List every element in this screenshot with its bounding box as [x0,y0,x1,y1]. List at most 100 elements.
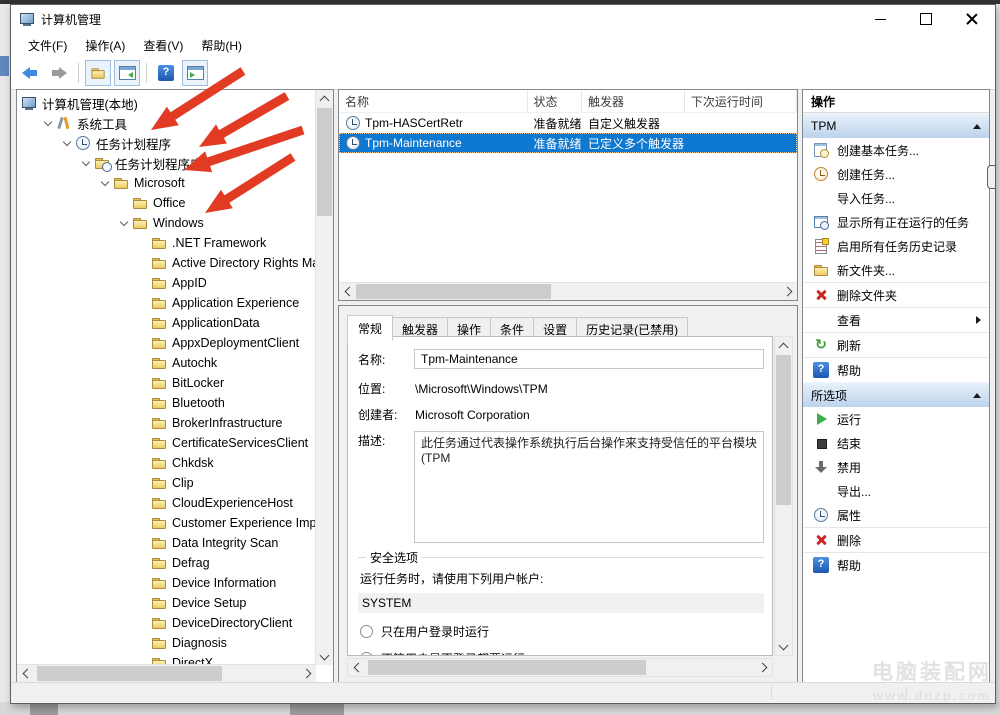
tree-item-bitlocker[interactable]: BitLocker [17,373,316,393]
tree-vertical-scrollbar[interactable] [315,90,333,665]
close-button[interactable] [949,5,995,33]
tree-item-.net-framework[interactable]: .NET Framework [17,233,316,253]
tree-item-appid[interactable]: AppID [17,273,316,293]
menu-item-0[interactable]: 文件(F) [19,34,76,57]
tree-item-chkdsk[interactable]: Chkdsk [17,453,316,473]
tree-item-microsoft[interactable]: Microsoft [17,173,316,193]
scroll-right-button[interactable] [755,659,772,676]
scroll-right-button[interactable] [299,665,316,682]
tree-item-certificateservicesclient[interactable]: CertificateServicesClient [17,433,316,453]
action-item--[interactable]: 刷新 [803,332,989,357]
action-item--[interactable]: 运行 [803,407,989,431]
radio-run-whether-logged-on[interactable]: 不管用户是否登录都要运行 [360,650,764,656]
action-section-header-tpm[interactable]: TPM [803,113,989,138]
scrollbar-thumb[interactable] [776,355,791,505]
tree-item-active-directory-rights-man[interactable]: Active Directory Rights Man [17,253,316,273]
action-item--...[interactable]: 创建任务... [803,162,989,186]
scrollbar-thumb[interactable] [317,108,332,216]
toolbar-button-action-pane-icon[interactable] [182,60,208,86]
column-header-2[interactable]: 触发器 [582,90,685,112]
tree-item-customer-experience-impro[interactable]: Customer Experience Impro [17,513,316,533]
scrollbar-thumb[interactable] [368,660,646,675]
minimize-button[interactable] [857,5,903,33]
chevron-down-icon[interactable] [40,115,56,131]
tree-item--[interactable]: 任务计划程序 [17,133,316,153]
toolbar-button-help-icon[interactable] [153,60,179,86]
tree-item-windows[interactable]: Windows [17,213,316,233]
column-header-0[interactable]: 名称 [339,90,528,112]
action-item--...[interactable]: 创建基本任务... [803,138,989,162]
scrollbar-thumb[interactable] [356,284,551,299]
action-pane-grip[interactable] [987,165,995,189]
tree-item-clip[interactable]: Clip [17,473,316,493]
chevron-down-icon[interactable] [97,175,113,191]
tree-item--[interactable]: 系统工具 [17,113,316,133]
tree-item--[interactable]: 计算机管理(本地) [17,93,316,113]
action-item--[interactable]: 属性 [803,503,989,527]
column-header-3[interactable]: 下次运行时间 [685,90,797,112]
scroll-right-button[interactable] [780,283,797,300]
toolbar-button-back-arrow-icon[interactable] [17,60,43,86]
scrollbar-thumb[interactable] [37,666,222,681]
tree-item--[interactable]: 任务计划程序库 [17,153,316,173]
tree-horizontal-scrollbar[interactable] [17,664,316,682]
action-item--[interactable]: 删除文件夹 [803,282,989,307]
scroll-up-button[interactable] [775,337,792,354]
details-horizontal-scrollbar[interactable] [347,658,773,677]
tree-item-office[interactable]: Office [17,193,316,213]
menu-item-2[interactable]: 查看(V) [134,34,192,57]
scroll-left-button[interactable] [17,665,34,682]
task-name-field[interactable]: Tpm-Maintenance [414,349,764,369]
toolbar-button-forward-arrow-icon[interactable] [46,60,72,86]
action-item--[interactable]: 显示所有正在运行的任务 [803,210,989,234]
action-item--[interactable]: 帮助 [803,357,989,382]
action-item--...[interactable]: 新文件夹... [803,258,989,282]
tree-item-defrag[interactable]: Defrag [17,553,316,573]
task-list-horizontal-scrollbar[interactable] [339,282,797,300]
tree-item-device-setup[interactable]: Device Setup [17,593,316,613]
tab-0[interactable]: 常规 [347,315,393,341]
scroll-up-button[interactable] [316,90,333,107]
tree-item-diagnosis[interactable]: Diagnosis [17,633,316,653]
tree-item-data-integrity-scan[interactable]: Data Integrity Scan [17,533,316,553]
tree-item-device-information[interactable]: Device Information [17,573,316,593]
tree-item-bluetooth[interactable]: Bluetooth [17,393,316,413]
chevron-down-icon[interactable] [78,155,94,171]
tree-item-brokerinfrastructure[interactable]: BrokerInfrastructure [17,413,316,433]
tree-item-cloudexperiencehost[interactable]: CloudExperienceHost [17,493,316,513]
task-description-field[interactable]: 此任务通过代表操作系统执行后台操作来支持受信任的平台模块(TPM [414,431,764,543]
action-item--[interactable]: 禁用 [803,455,989,479]
tree-item-autochk[interactable]: Autochk [17,353,316,373]
scroll-down-button[interactable] [316,648,333,665]
menu-item-3[interactable]: 帮助(H) [192,34,251,57]
details-vertical-scrollbar[interactable] [774,336,793,656]
scroll-left-button[interactable] [339,283,356,300]
action-item--...[interactable]: 导出... [803,479,989,503]
menu-item-1[interactable]: 操作(A) [76,34,134,57]
scroll-down-button[interactable] [775,638,792,655]
action-item--...[interactable]: 导入任务... [803,186,989,210]
tree-item-devicedirectoryclient[interactable]: DeviceDirectoryClient [17,613,316,633]
task-row-tpm-hascertretr[interactable]: Tpm-HASCertRetr准备就绪自定义触发器 [339,113,797,133]
collapse-triangle-icon[interactable] [973,124,981,129]
tree-item-application-experience[interactable]: Application Experience [17,293,316,313]
task-row-tpm-maintenance[interactable]: Tpm-Maintenance准备就绪已定义多个触发器 [339,133,797,153]
action-item--[interactable]: 结束 [803,431,989,455]
maximize-button[interactable] [903,5,949,33]
action-item--[interactable]: 删除 [803,527,989,552]
radio-run-only-logged-on[interactable]: 只在用户登录时运行 [360,623,764,640]
action-item--[interactable]: 帮助 [803,552,989,577]
scroll-left-button[interactable] [348,659,365,676]
toolbar-button-export-folder-icon[interactable] [85,60,111,86]
action-item--[interactable]: 启用所有任务历史记录 [803,234,989,258]
toolbar-button-console-tree-icon[interactable] [114,60,140,86]
tree-item-applicationdata[interactable]: ApplicationData [17,313,316,333]
chevron-down-icon[interactable] [116,215,132,231]
chevron-down-icon[interactable] [59,135,75,151]
column-header-1[interactable]: 状态 [528,90,582,112]
tree-item-appxdeploymentclient[interactable]: AppxDeploymentClient [17,333,316,353]
action-item--[interactable]: 查看 [803,307,989,332]
action-section-header-所选项[interactable]: 所选项 [803,382,989,407]
new-folder-icon [813,262,829,278]
collapse-triangle-icon[interactable] [973,393,981,398]
